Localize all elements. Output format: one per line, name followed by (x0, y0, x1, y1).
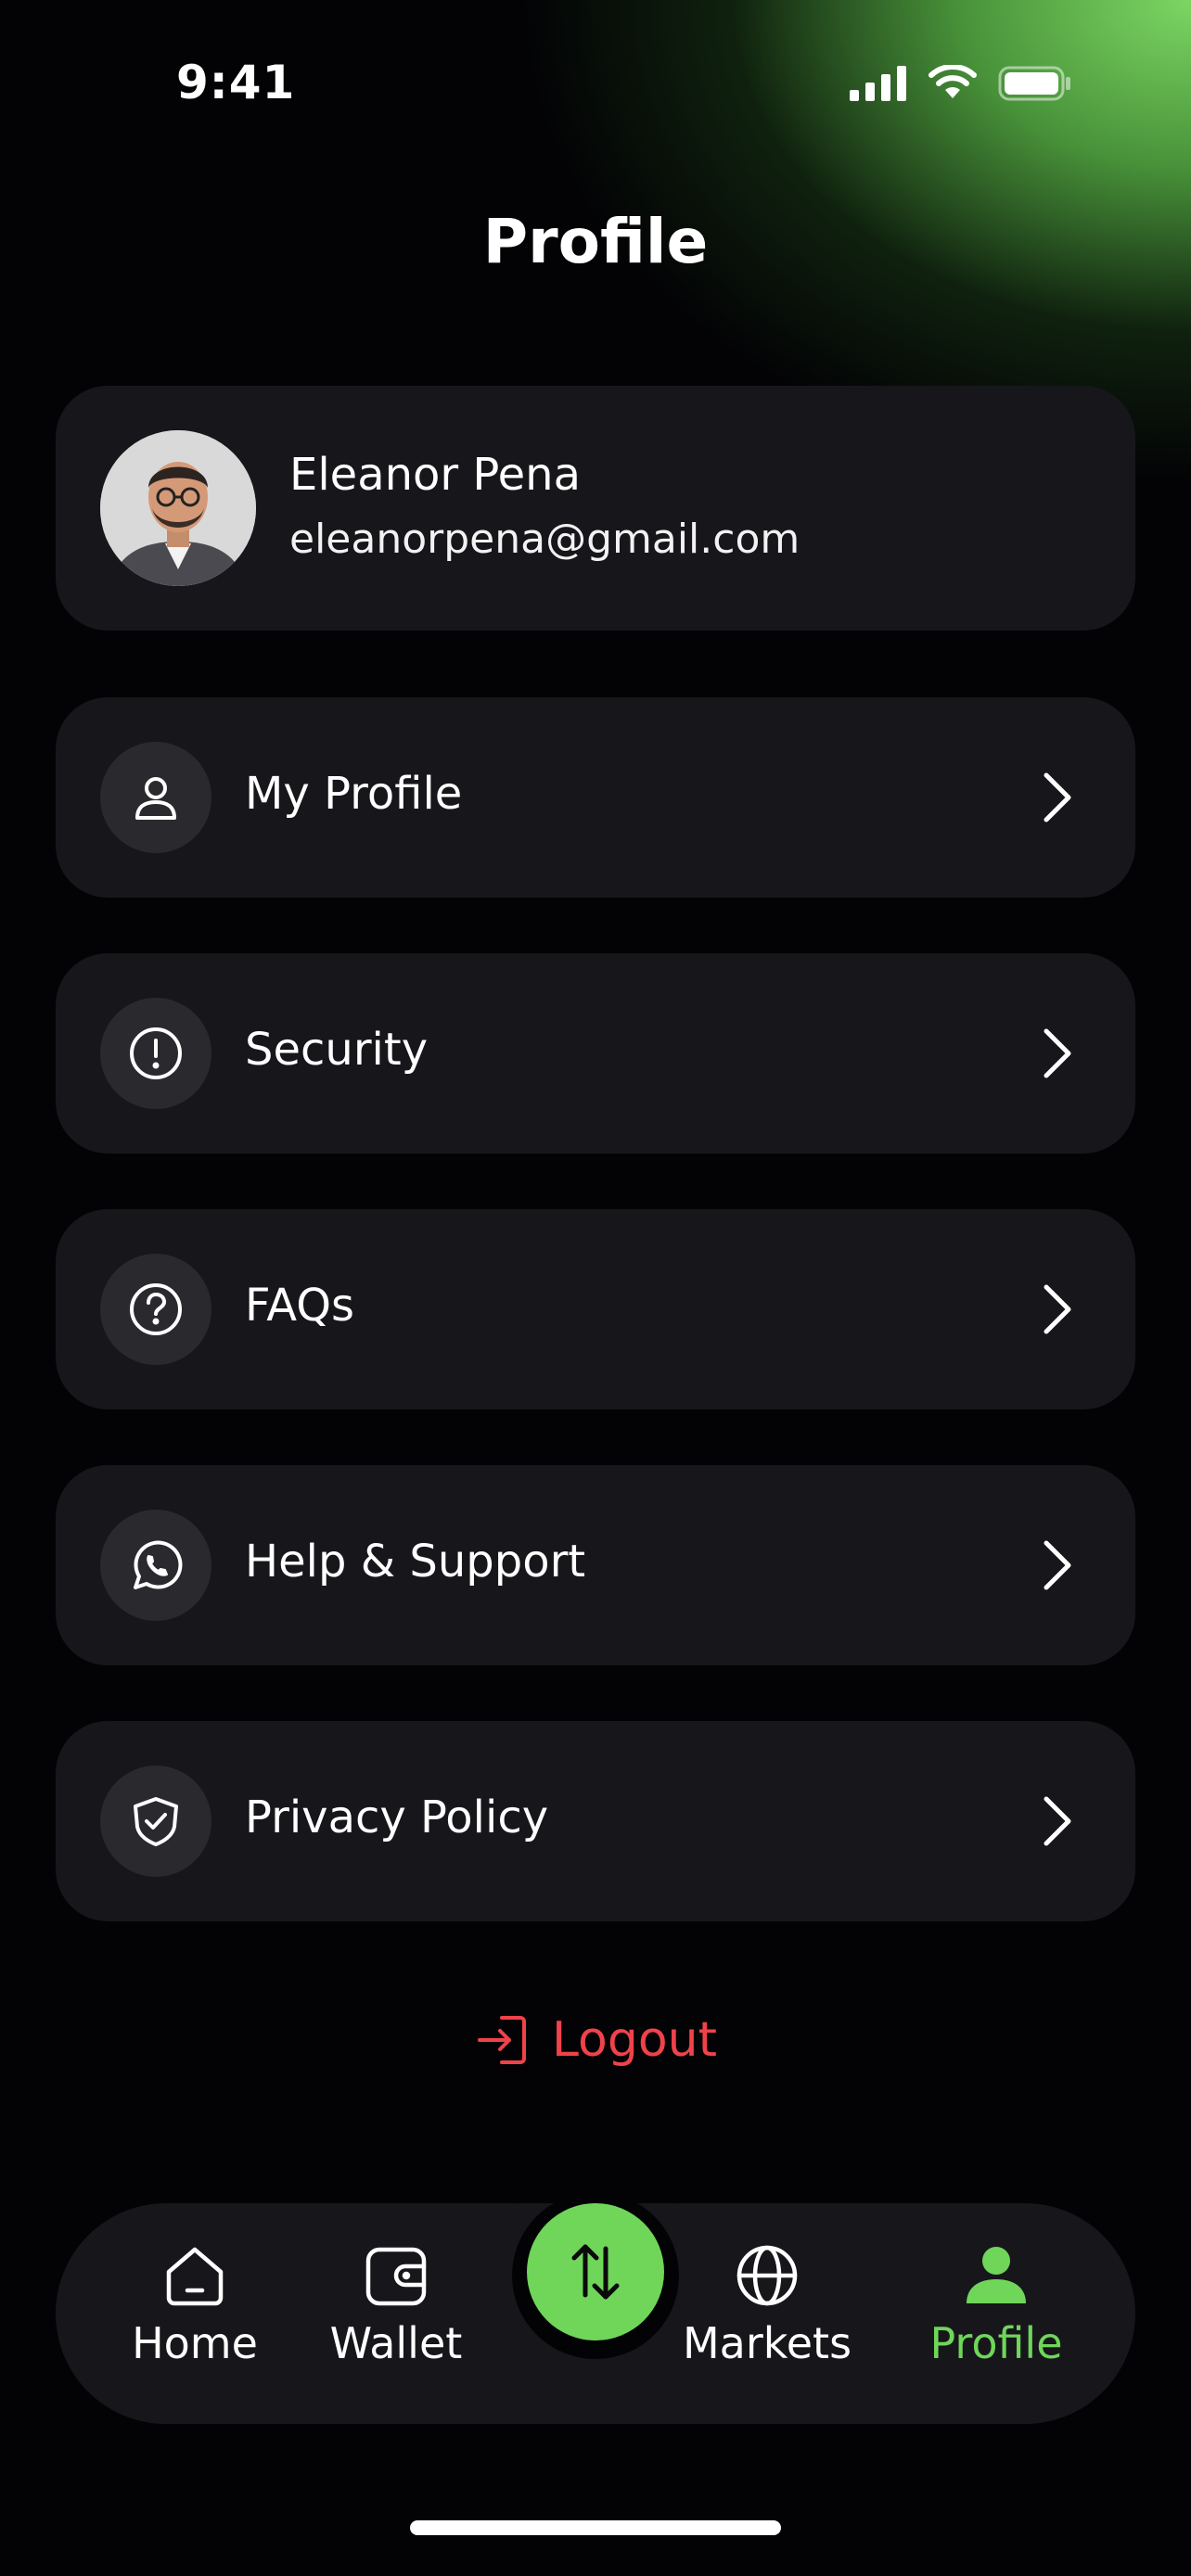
tab-wallet[interactable]: Wallet (303, 2242, 489, 2368)
alert-circle-icon (100, 998, 211, 1109)
chevron-right-icon (1044, 772, 1071, 823)
menu-label: My Profile (245, 768, 463, 820)
profile-icon (967, 2247, 1026, 2303)
menu-label: FAQs (245, 1280, 354, 1332)
menu-item-privacy-policy[interactable]: Privacy Policy (56, 1721, 1135, 1921)
menu-label: Help & Support (245, 1536, 586, 1588)
user-email: eleanorpena@gmail.com (289, 516, 800, 563)
swap-arrows-icon (571, 2244, 620, 2300)
wifi-icon (928, 65, 977, 98)
status-time: 9:41 (176, 56, 296, 109)
tab-label: Markets (682, 2318, 852, 2368)
menu-label: Privacy Policy (245, 1792, 549, 1843)
tab-home[interactable]: Home (102, 2242, 288, 2368)
chevron-right-icon (1044, 1540, 1071, 1590)
avatar (100, 430, 256, 586)
home-indicator (410, 2520, 781, 2535)
user-name: Eleanor Pena (289, 449, 581, 501)
logout-button[interactable]: Logout (0, 2012, 1191, 2068)
menu-item-faqs[interactable]: FAQs (56, 1209, 1135, 1409)
battery-icon (998, 66, 1070, 101)
swap-action-button[interactable] (527, 2203, 664, 2340)
status-icons (850, 65, 1072, 102)
logout-label: Logout (551, 2012, 718, 2068)
menu-item-my-profile[interactable]: My Profile (56, 697, 1135, 898)
home-icon (166, 2247, 224, 2306)
page-title: Profile (482, 206, 709, 277)
tab-label: Profile (929, 2318, 1063, 2368)
tab-profile[interactable]: Profile (903, 2242, 1089, 2368)
chevron-right-icon (1044, 1028, 1071, 1078)
chevron-right-icon (1044, 1796, 1071, 1846)
status-bar: 9:41 (0, 0, 1191, 167)
menu-item-security[interactable]: Security (56, 953, 1135, 1154)
question-circle-icon (100, 1254, 211, 1365)
user-icon (100, 742, 211, 853)
cellular-signal-icon (850, 66, 906, 101)
menu-item-help-support[interactable]: Help & Support (56, 1465, 1135, 1665)
whatsapp-icon (100, 1510, 211, 1621)
menu-label: Security (245, 1024, 429, 1076)
globe-icon (736, 2245, 798, 2306)
tab-markets[interactable]: Markets (674, 2242, 860, 2368)
shield-check-icon (100, 1766, 211, 1877)
tab-label: Home (132, 2318, 258, 2368)
user-card[interactable]: Eleanor Pena eleanorpena@gmail.com (56, 386, 1135, 631)
chevron-right-icon (1044, 1284, 1071, 1334)
logout-icon (477, 2016, 526, 2064)
wallet-icon (365, 2247, 427, 2306)
tab-label: Wallet (329, 2318, 463, 2368)
